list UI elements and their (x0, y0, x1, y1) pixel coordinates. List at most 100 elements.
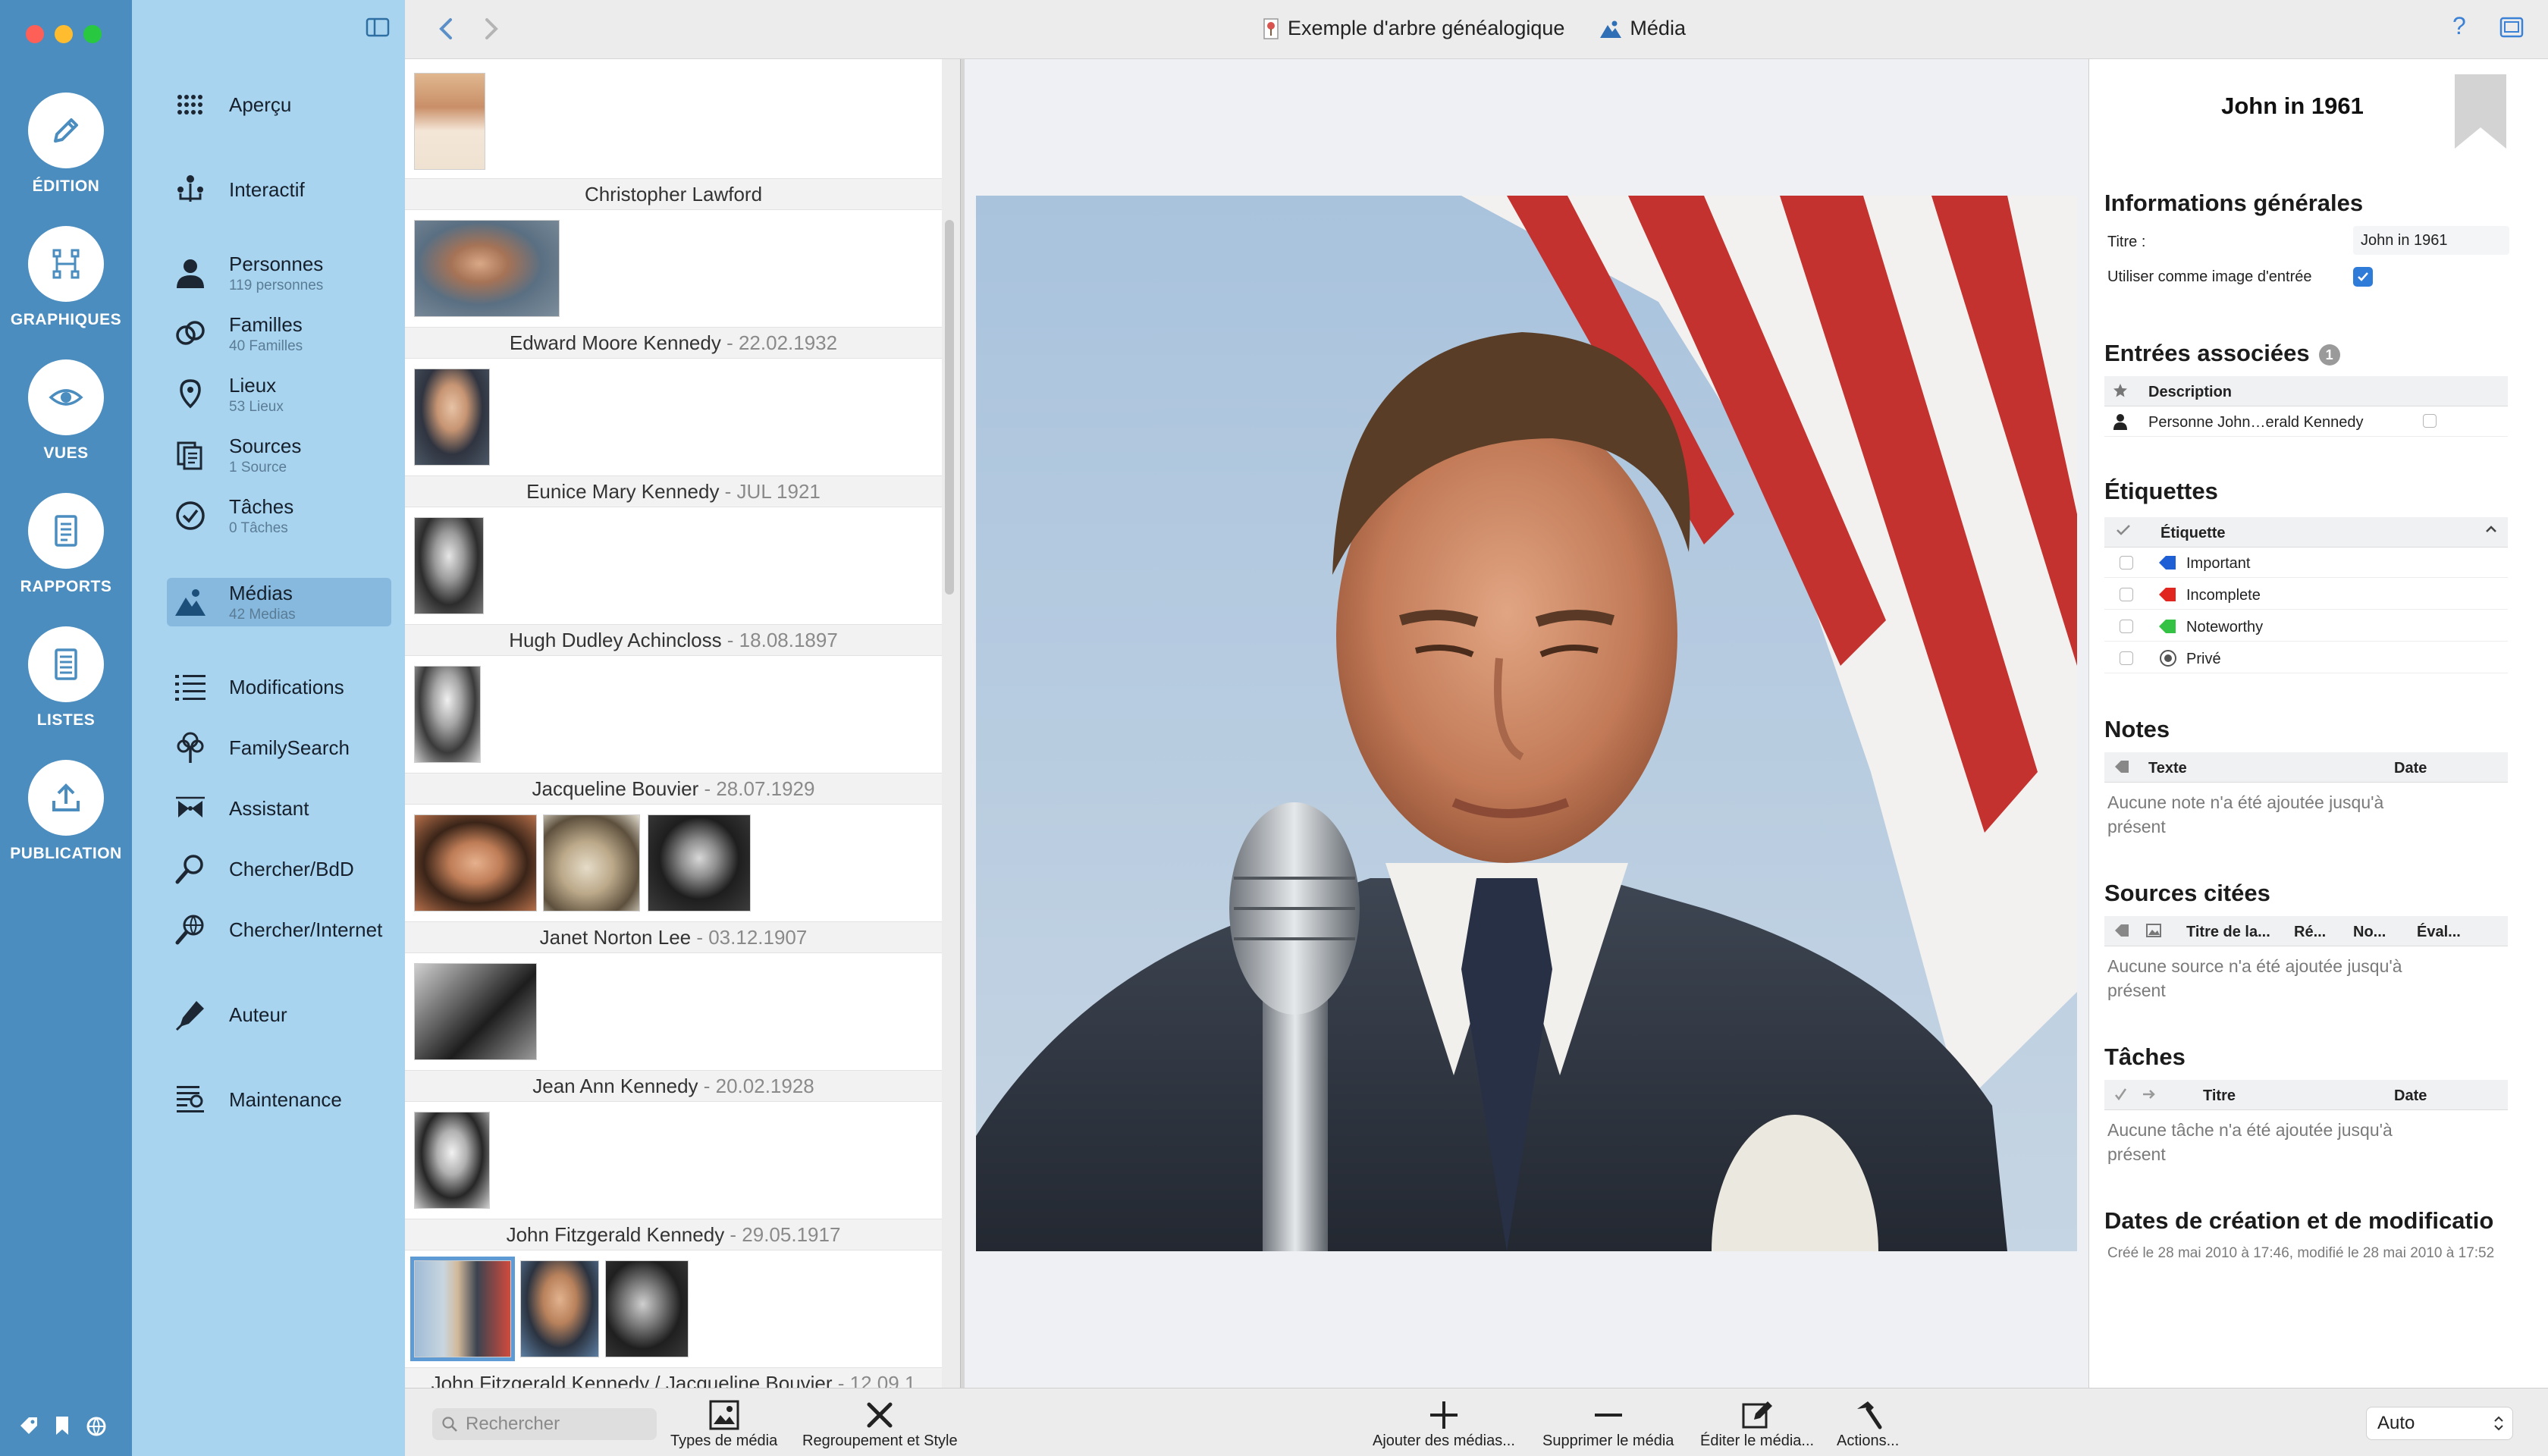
rail-graphiques-label: GRAPHIQUES (10, 311, 122, 328)
forward-arrow-icon[interactable] (481, 14, 502, 48)
media-thumbnail[interactable] (414, 73, 485, 170)
sidebar-item-count: 0 Tâches (229, 519, 288, 536)
sidebar-item-interactif[interactable]: Interactif (171, 165, 396, 214)
window-close-button[interactable] (26, 25, 44, 43)
label-tag-icon (2157, 618, 2177, 639)
label-row-incomplete[interactable]: Incomplete (2104, 579, 2508, 610)
label-checkbox[interactable] (2120, 620, 2133, 633)
edit-media-button[interactable]: Éditer le média... (1700, 1398, 1814, 1450)
col-task-date[interactable]: Date (2394, 1087, 2427, 1105)
globe-icon[interactable] (85, 1415, 108, 1442)
breadcrumb-tree[interactable]: Exemple d'arbre généalogique (1288, 17, 1564, 40)
zoom-select[interactable]: Auto (2366, 1407, 2513, 1440)
associated-row-checkbox[interactable] (2423, 414, 2437, 428)
label-checkbox[interactable] (2120, 651, 2133, 665)
rail-vues-button[interactable]: VUES (0, 359, 132, 463)
window-zoom-button[interactable] (83, 25, 102, 43)
sidebar-item-familysearch[interactable]: FamilySearch (171, 723, 396, 772)
bookmark-icon[interactable] (2452, 74, 2509, 154)
label-checkbox[interactable] (2120, 556, 2133, 570)
add-media-button[interactable]: Ajouter des médias... (1373, 1398, 1515, 1450)
sidebar-item-chercher-bdd[interactable]: Chercher/BdD (171, 845, 396, 893)
actions-button[interactable]: Actions... (1837, 1398, 1899, 1450)
media-types-button[interactable]: Types de média (670, 1398, 777, 1450)
sidebar-item-personnes[interactable]: Personnes 119 personnes (171, 249, 396, 297)
col-label[interactable]: Étiquette (2160, 525, 2226, 542)
media-photo[interactable] (976, 196, 2077, 1251)
grouping-style-button[interactable]: Regroupement et Style (802, 1398, 958, 1450)
label-row-prive[interactable]: Privé (2104, 643, 2508, 673)
help-button[interactable]: ? (2452, 12, 2466, 40)
rail-edition-button[interactable]: ÉDITION (0, 93, 132, 196)
media-thumbnail[interactable] (414, 814, 537, 912)
media-thumbnail-selected[interactable] (410, 1257, 515, 1361)
group-date: - 20.02.1928 (698, 1075, 814, 1097)
rail-rapports-button[interactable]: RAPPORTS (0, 493, 132, 596)
media-thumbnail[interactable] (520, 1260, 599, 1357)
back-arrow-icon[interactable] (435, 14, 457, 48)
window-layout-icon[interactable] (2498, 14, 2525, 45)
sidebar-item-sources[interactable]: Sources 1 Source (171, 431, 396, 479)
sidebar-item-label: Personnes (229, 252, 324, 275)
label-name: Important (2186, 555, 2251, 572)
arrow-right-icon[interactable] (2141, 1086, 2157, 1107)
sidebar-item-medias[interactable]: Médias 42 Medias (167, 578, 391, 626)
chevron-up-icon[interactable] (2484, 522, 2499, 541)
col-text[interactable]: Texte (2148, 760, 2187, 777)
tag-icon[interactable] (18, 1415, 39, 1440)
label-row-important[interactable]: Important (2104, 548, 2508, 578)
tag-icon[interactable] (2113, 759, 2130, 779)
associated-row[interactable]: Personne John…erald Kennedy (2104, 406, 2508, 437)
label-row-noteworthy[interactable]: Noteworthy (2104, 611, 2508, 642)
entry-image-checkbox[interactable] (2353, 267, 2373, 287)
sidebar-item-lieux[interactable]: Lieux 53 Lieux (171, 370, 396, 419)
title-field[interactable]: John in 1961 (2353, 226, 2509, 255)
section-heading-associated: Entrées associées 1 (2104, 340, 2340, 367)
sidebar-item-apercu[interactable]: Aperçu (171, 80, 396, 129)
sidebar-toggle-icon[interactable] (366, 17, 390, 42)
checkmark-icon[interactable] (2113, 1086, 2129, 1107)
col-source-title[interactable]: Titre de la... (2186, 924, 2270, 941)
checkmark-icon[interactable] (2115, 522, 2132, 543)
media-thumbnail[interactable] (648, 814, 751, 912)
col-task-title[interactable]: Titre (2203, 1087, 2236, 1105)
section-heading-notes: Notes (2104, 716, 2170, 742)
group-name: John Fitzgerald Kennedy / Jacqueline Bou… (431, 1372, 833, 1388)
breadcrumb-section[interactable]: Média (1630, 17, 1686, 40)
window-minimize-button[interactable] (55, 25, 73, 43)
col-source-no[interactable]: No... (2353, 924, 2386, 941)
rail-publication-button[interactable]: PUBLICATION (0, 760, 132, 863)
media-thumbnail[interactable] (414, 1112, 490, 1209)
bookmark-icon[interactable] (53, 1415, 71, 1440)
sidebar-item-familles[interactable]: Familles 40 Familles (171, 309, 396, 358)
sidebar-item-chercher-internet[interactable]: Chercher/Internet (171, 905, 396, 954)
col-source-ref[interactable]: Ré... (2294, 924, 2326, 941)
updown-chevron-icon (2493, 1414, 2505, 1433)
media-thumbnail[interactable] (543, 814, 640, 912)
sidebar-item-assistant[interactable]: Assistant (171, 784, 396, 833)
media-thumbnail[interactable] (605, 1260, 689, 1357)
rail-graphiques-button[interactable]: GRAPHIQUES (0, 226, 132, 329)
sources-empty-message: Aucune source n'a été ajoutée jusqu'à pr… (2107, 956, 2402, 1000)
col-source-eval[interactable]: Éval... (2417, 924, 2461, 941)
label-checkbox[interactable] (2120, 588, 2133, 601)
rail-listes-button[interactable]: LISTES (0, 626, 132, 730)
col-date[interactable]: Date (2394, 760, 2427, 777)
star-icon[interactable] (2112, 382, 2129, 403)
media-thumbnail[interactable] (414, 220, 560, 317)
col-description[interactable]: Description (2148, 384, 2232, 401)
sidebar-item-auteur[interactable]: Auteur (171, 990, 396, 1039)
sidebar-item-maintenance[interactable]: Maintenance (171, 1075, 396, 1124)
delete-media-button[interactable]: Supprimer le média (1542, 1398, 1674, 1450)
media-thumbnail[interactable] (414, 963, 537, 1060)
search-field[interactable]: Rechercher (432, 1408, 657, 1440)
media-thumbnail[interactable] (414, 666, 481, 763)
media-thumbnail[interactable] (414, 369, 490, 466)
eye-icon (28, 359, 104, 435)
media-thumbnail[interactable] (414, 517, 484, 614)
image-icon[interactable] (2145, 922, 2162, 943)
sidebar-item-modifications[interactable]: Modifications (171, 663, 396, 711)
sidebar-item-taches[interactable]: Tâches 0 Tâches (171, 491, 396, 540)
list-scrollbar[interactable] (945, 220, 954, 595)
tag-icon[interactable] (2113, 923, 2130, 943)
